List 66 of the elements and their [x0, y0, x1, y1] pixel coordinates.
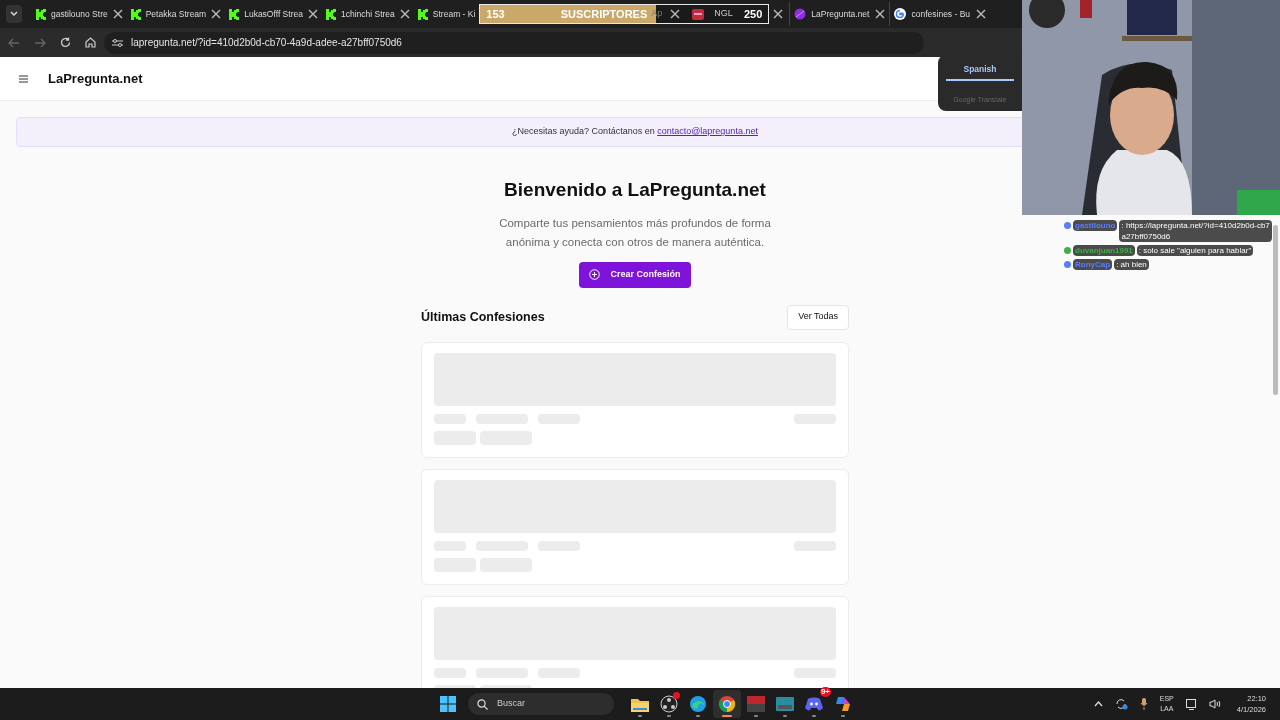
folder-icon[interactable] — [631, 696, 649, 712]
edge-browser-icon[interactable] — [689, 695, 707, 713]
circle-logo-icon — [794, 8, 807, 20]
kick-logo-icon — [229, 8, 241, 20]
reload-icon[interactable] — [60, 37, 71, 48]
close-icon[interactable] — [307, 9, 318, 19]
close-icon[interactable] — [976, 9, 987, 19]
home-icon[interactable] — [85, 37, 96, 48]
page-subtitle: Comparte tus pensamientos más profundos de forma anónima y conecta con otros de manera auténtica. — [498, 215, 772, 250]
tab-list-button[interactable] — [6, 5, 22, 23]
close-icon[interactable] — [399, 9, 410, 19]
copilot-icon[interactable] — [834, 695, 852, 713]
close-icon[interactable] — [875, 9, 886, 19]
help-text: ¿Necesitas ayuda? Contáctanos en contacto@lapregunta.net — [512, 125, 758, 139]
forward-icon[interactable] — [34, 37, 46, 48]
scrollbar[interactable] — [1273, 225, 1278, 395]
goal-label: SUSCRIPTORES — [560, 6, 648, 22]
browser-tab[interactable]: Petakka Stream — [126, 2, 226, 26]
close-icon[interactable] — [112, 9, 123, 19]
record-app-icon[interactable] — [660, 695, 678, 713]
chevron-up-icon[interactable] — [1093, 701, 1103, 707]
sync-icon[interactable] — [1114, 698, 1128, 710]
chrome-browser-icon[interactable] — [718, 695, 736, 713]
chat-message: : solo sale "alguien para hablar" — [1136, 245, 1254, 256]
browser-tab[interactable]: LukasOfff Strea — [225, 2, 322, 26]
browser-tab[interactable]: confesines - Bu — [889, 2, 991, 26]
chat-message: : https://lapregunta.net/?id=410d2b0d-cb7 a27bff0750d6 — [1119, 220, 1272, 242]
browser-tab[interactable]: Stream - Ki — [413, 2, 480, 26]
google-logo-icon — [894, 8, 907, 20]
speaker-icon[interactable] — [1208, 699, 1221, 709]
site-settings-icon[interactable] — [112, 37, 123, 48]
back-icon[interactable] — [8, 37, 20, 48]
menu-icon[interactable] — [19, 74, 28, 83]
close-icon[interactable] — [773, 9, 784, 19]
kick-logo-icon — [325, 8, 337, 20]
subscriber-count: 153 — [486, 6, 505, 22]
site-logo[interactable]: LaPregunta.net — [48, 68, 143, 89]
view-all-button[interactable]: Ver Todas — [787, 304, 849, 330]
language-tab[interactable]: Spanish — [946, 63, 1014, 81]
plus-circle-icon — [589, 269, 601, 280]
discord-icon[interactable] — [805, 697, 823, 711]
close-icon[interactable] — [670, 9, 681, 19]
contact-link[interactable]: contacto@lapregunta.net — [657, 126, 758, 137]
url-text: lapregunta.net/?id=410d2b0d-cb70-4a9d-adee-a27bff0750d6 — [131, 36, 402, 50]
create-confession-button[interactable]: Crear Confesión — [579, 261, 691, 288]
page-title: Bienvenido a LaPregunta.net — [504, 178, 766, 202]
browser-tab[interactable]: gastilouno Stre — [32, 2, 127, 26]
browser-tab[interactable]: 1chinchi Strea — [321, 2, 414, 26]
microphone-icon[interactable] — [1139, 698, 1148, 710]
windows-start-icon[interactable] — [440, 696, 456, 712]
monitor-icon[interactable] — [1185, 698, 1197, 710]
search-icon — [477, 698, 488, 710]
notification-badge: 9+ — [819, 687, 831, 697]
kick-logo-icon — [36, 8, 47, 20]
browser-tab[interactable]: NGL — [714, 7, 733, 21]
chat-message: : ah bien — [1114, 259, 1149, 270]
goal-target: 250 — [743, 6, 763, 22]
chevron-down-icon — [10, 11, 18, 17]
kick-logo-icon — [417, 8, 429, 20]
address-bar[interactable]: lapregunta.net/?id=410d2b0d-cb70-4a9d-adee-a27bff0750d6 — [104, 31, 924, 54]
section-title: Últimas Confesiones — [421, 308, 545, 326]
kick-logo-icon — [130, 8, 142, 20]
ngl-logo-icon — [692, 8, 705, 20]
browser-tab[interactable]: LaPregunta.net — [789, 2, 890, 26]
search-field[interactable]: Buscar — [468, 693, 614, 715]
close-icon[interactable] — [211, 9, 222, 19]
